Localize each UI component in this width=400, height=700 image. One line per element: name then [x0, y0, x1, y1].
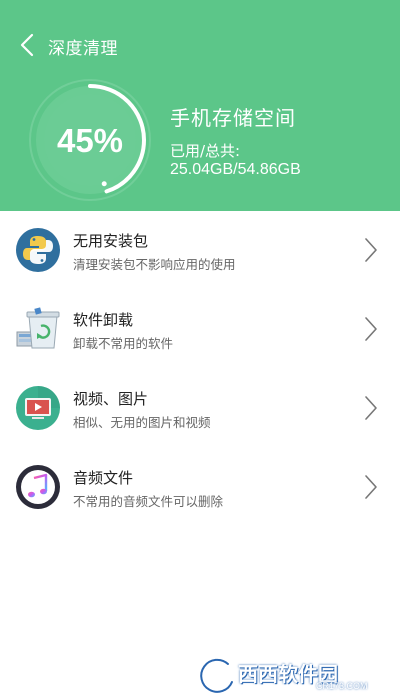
cleanup-list: 无用安装包 清理安装包不影响应用的使用 软件卸载 卸载不常用的软件 视频、图片 … — [0, 211, 400, 527]
recycle-bin-icon — [15, 306, 61, 352]
item-subtitle: 相似、无用的图片和视频 — [73, 415, 211, 430]
watermark-url: CR173.COM — [316, 681, 368, 691]
watermark: 西西软件园 CR173.COM — [198, 656, 394, 696]
page-title: 深度清理 — [48, 39, 118, 59]
chevron-right-icon — [365, 396, 377, 420]
storage-values: 25.04GB/54.86GB — [170, 161, 301, 178]
list-item-audio-files[interactable]: 音频文件 不常用的音频文件可以删除 — [0, 448, 400, 527]
music-note-icon — [15, 464, 61, 510]
video-player-icon — [15, 385, 61, 431]
item-title: 视频、图片 — [73, 390, 149, 408]
item-title: 软件卸载 — [73, 311, 134, 329]
item-title: 无用安装包 — [73, 232, 149, 250]
chevron-left-icon — [20, 33, 34, 57]
list-item-uninstall[interactable]: 软件卸载 卸载不常用的软件 — [0, 290, 400, 369]
list-item-video-images[interactable]: 视频、图片 相似、无用的图片和视频 — [0, 369, 400, 448]
back-button[interactable] — [14, 30, 44, 60]
python-package-icon — [15, 227, 61, 273]
watermark-logo-icon — [198, 657, 235, 695]
chevron-right-icon — [365, 475, 377, 499]
item-subtitle: 卸载不常用的软件 — [73, 336, 174, 351]
item-title: 音频文件 — [73, 469, 134, 487]
storage-percent: 45% — [56, 122, 124, 159]
storage-title: 手机存储空间 — [170, 106, 296, 130]
storage-gauge: 45% — [28, 78, 158, 208]
storage-label: 已用/总共: — [170, 142, 241, 160]
item-subtitle: 不常用的音频文件可以删除 — [73, 494, 224, 509]
item-subtitle: 清理安装包不影响应用的使用 — [73, 257, 236, 272]
header-bar: 深度清理 45% 手机存储空间 已用/总共: 25.04GB/54.86GB — [0, 0, 400, 211]
chevron-right-icon — [365, 317, 377, 341]
chevron-right-icon — [365, 238, 377, 262]
list-item-unused-packages[interactable]: 无用安装包 清理安装包不影响应用的使用 — [0, 211, 400, 290]
top-bar: 深度清理 — [0, 26, 400, 66]
